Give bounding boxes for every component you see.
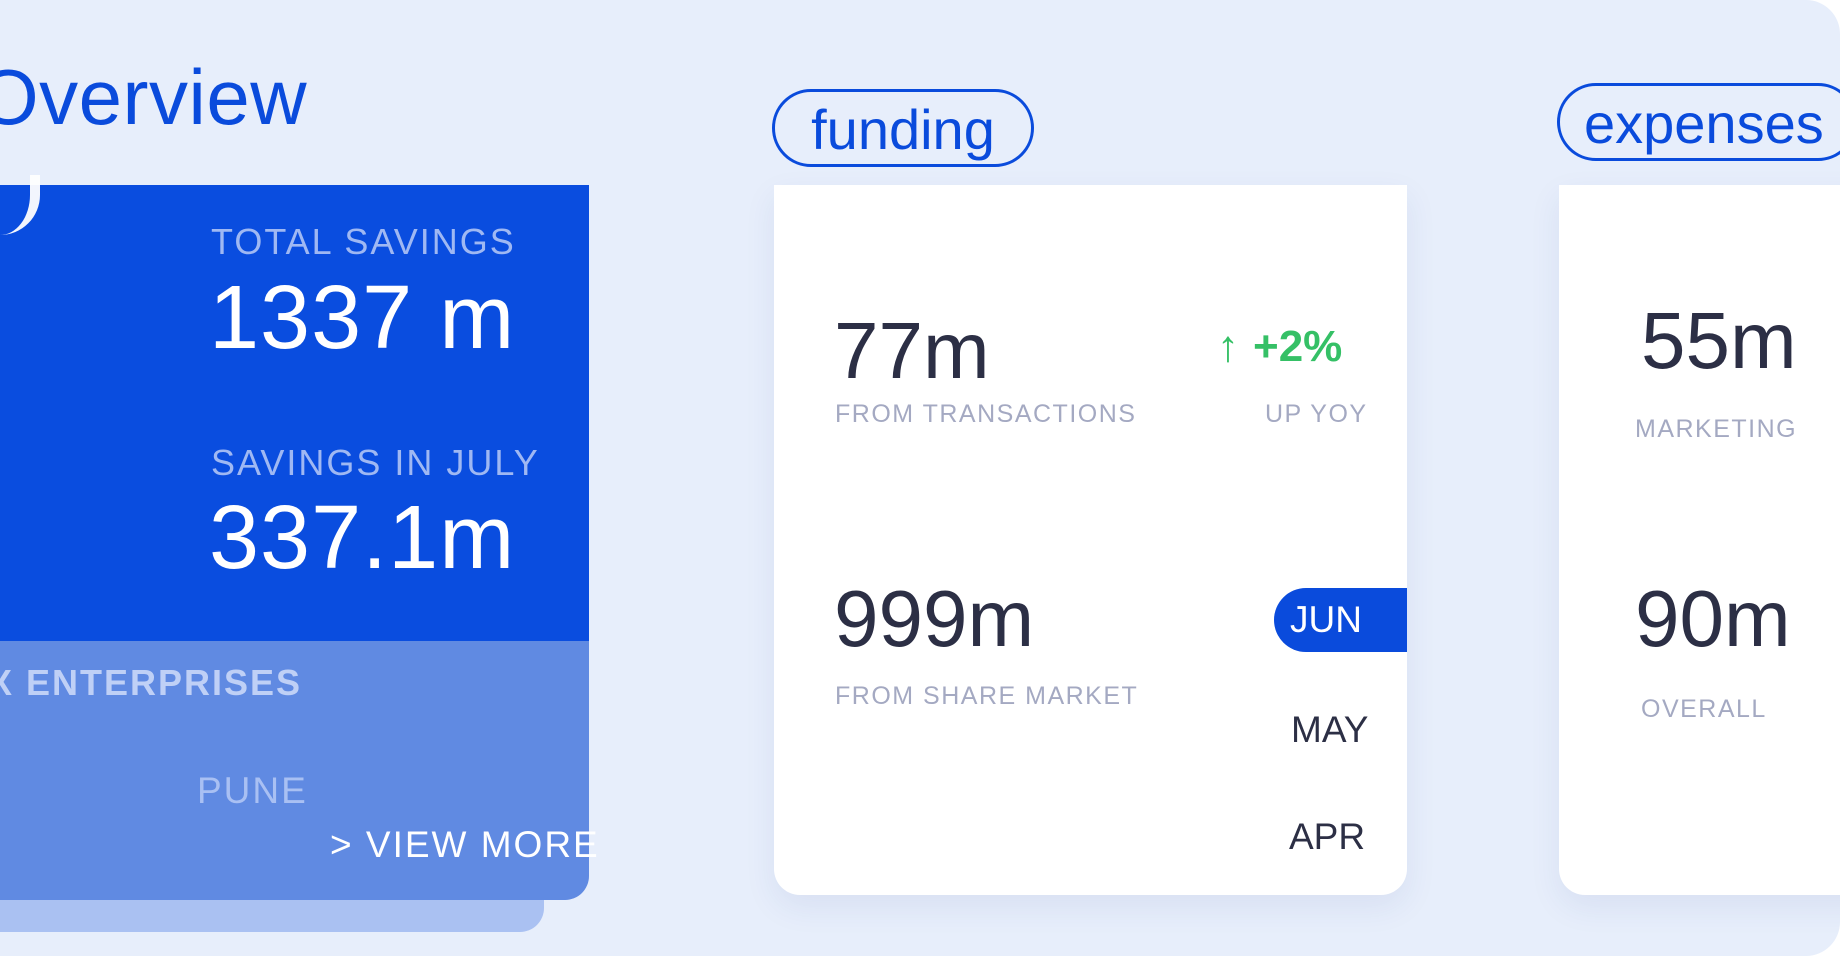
month-tab-may[interactable]: MAY (1291, 709, 1368, 751)
growth-indicator: ↑ +2% (1217, 322, 1342, 372)
month-tab-apr[interactable]: APR (1289, 816, 1365, 858)
overall-label: OVERALL (1641, 695, 1767, 723)
expenses-pill[interactable]: expenses (1557, 83, 1840, 161)
total-savings-label: TOTAL SAVINGS (211, 221, 516, 262)
funding-pill[interactable]: funding (772, 89, 1034, 167)
total-savings-value: 1337 m (209, 268, 516, 368)
dashboard-frame: Overview TOTAL SAVINGS 1337 m SAVINGS IN… (0, 0, 1840, 956)
share-market-value: 999m (834, 574, 1035, 663)
company-name: X ENTERPRISES (0, 662, 303, 703)
company-city: PUNE (197, 770, 308, 811)
card-corner-decoration (0, 175, 40, 235)
expenses-card: 55m MARKETING 90m OVERALL (1559, 185, 1840, 895)
overall-value: 90m (1635, 574, 1791, 663)
growth-value: +2% (1253, 322, 1343, 371)
growth-label: UP YOY (1265, 400, 1368, 428)
savings-july-value: 337.1m (209, 488, 516, 588)
marketing-value: 55m (1641, 296, 1797, 385)
transactions-label: FROM TRANSACTIONS (835, 400, 1137, 428)
transactions-value: 77m (834, 306, 990, 395)
view-more-link[interactable]: > VIEW MORE (330, 824, 600, 866)
savings-card: TOTAL SAVINGS 1337 m SAVINGS IN JULY 337… (0, 175, 589, 641)
month-tab-jun[interactable]: JUN (1274, 588, 1407, 652)
funding-card: 77m FROM TRANSACTIONS ↑ +2% UP YOY 999m F… (774, 185, 1407, 895)
savings-july-label: SAVINGS IN JULY (211, 442, 540, 483)
arrow-up-icon: ↑ (1217, 322, 1239, 371)
page-title: Overview (0, 53, 308, 141)
marketing-label: MARKETING (1635, 415, 1798, 443)
share-market-label: FROM SHARE MARKET (835, 682, 1139, 710)
